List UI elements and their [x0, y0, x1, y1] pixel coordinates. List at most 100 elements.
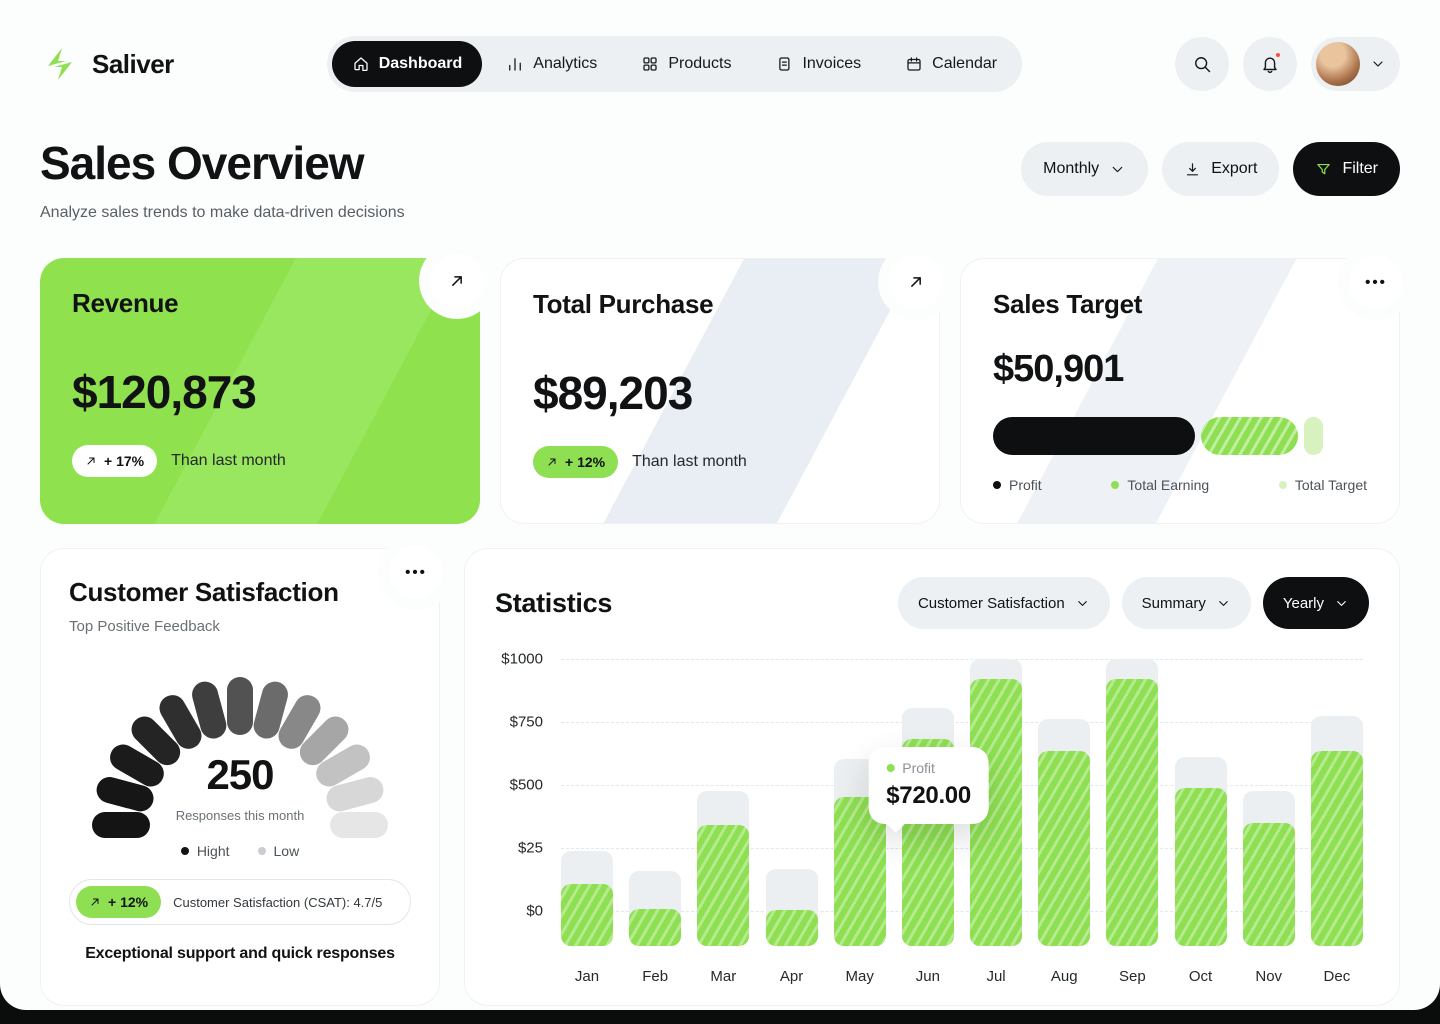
more-dots-icon: ••• [405, 564, 427, 581]
bar-group-feb[interactable]: Feb [629, 659, 681, 946]
nav-item-products[interactable]: Products [621, 41, 751, 87]
satisfaction-title: Customer Satisfaction [69, 577, 411, 608]
revenue-expand-button[interactable] [430, 254, 484, 308]
nav-item-label: Calendar [932, 55, 997, 73]
bar[interactable] [766, 910, 818, 946]
chevron-down-icon [1075, 596, 1090, 611]
page-head-text: Sales Overview Analyze sales trends to m… [40, 136, 405, 222]
statistics-filters: Customer Satisfaction SummaryYearly [898, 577, 1369, 629]
sales-target-legend: ProfitTotal EarningTotal Target [993, 477, 1367, 493]
satisfaction-legend: Hight Low [69, 843, 411, 859]
chevron-down-icon [1334, 596, 1349, 611]
legend-dot [1111, 481, 1119, 489]
revenue-value: $120,873 [72, 365, 448, 419]
more-dots-icon: ••• [1365, 274, 1387, 291]
invoices-icon [775, 55, 793, 73]
satisfaction-subtitle: Top Positive Feedback [69, 618, 411, 635]
chart-tooltip: Profit $720.00 [868, 747, 989, 824]
trend-up-icon [546, 456, 558, 468]
csat-pill: + 12% Customer Satisfaction (CSAT): 4.7/… [69, 879, 411, 925]
chevron-down-icon [1109, 161, 1126, 178]
legend-item-low: Low [258, 843, 300, 859]
bar-group-apr[interactable]: Apr [766, 659, 818, 946]
sales-target-menu-button[interactable]: ••• [1349, 255, 1403, 309]
bar[interactable] [1311, 751, 1363, 946]
nav-item-invoices[interactable]: Invoices [755, 41, 881, 87]
customer-satisfaction-card: ••• Customer Satisfaction Top Positive F… [40, 548, 440, 1006]
satisfaction-gauge: 250 Responses this month [85, 663, 395, 829]
calendar-icon [905, 55, 923, 73]
tooltip-value: $720.00 [886, 782, 971, 810]
page-head: Sales Overview Analyze sales trends to m… [0, 92, 1440, 222]
bar[interactable] [1106, 679, 1158, 946]
arrow-up-right-icon [447, 271, 467, 291]
x-tick-label: Sep [1106, 968, 1158, 985]
legend-item-hight: Hight [181, 843, 230, 859]
user-menu[interactable] [1311, 37, 1400, 91]
nav-item-calendar[interactable]: Calendar [885, 41, 1017, 87]
bar[interactable] [697, 825, 749, 946]
nav-item-label: Dashboard [379, 55, 463, 73]
bar-group-mar[interactable]: Mar [697, 659, 749, 946]
lower-row: ••• Customer Satisfaction Top Positive F… [40, 548, 1400, 1006]
trend-up-icon [85, 455, 97, 467]
csat-change-label: + 12% [108, 894, 148, 910]
top-actions [1175, 37, 1400, 91]
legend-label: Total Earning [1127, 477, 1209, 493]
bar-group-sep[interactable]: Sep [1106, 659, 1158, 946]
notification-dot [1274, 51, 1282, 59]
bar[interactable] [561, 884, 613, 946]
bar-group-aug[interactable]: Aug [1038, 659, 1090, 946]
page-subtitle: Analyze sales trends to make data-driven… [40, 204, 405, 222]
bar[interactable] [1038, 751, 1090, 946]
user-avatar [1316, 42, 1360, 86]
stats-filter-customer-satisfaction[interactable]: Customer Satisfaction [898, 577, 1110, 629]
stats-filter-yearly[interactable]: Yearly [1263, 577, 1369, 629]
x-tick-label: Jan [561, 968, 613, 985]
nav-item-analytics[interactable]: Analytics [486, 41, 617, 87]
y-tick-label: $25 [518, 839, 543, 856]
revenue-change-label: + 17% [104, 453, 144, 469]
bar-group-jan[interactable]: Jan [561, 659, 613, 946]
total-purchase-title: Total Purchase [533, 289, 907, 320]
export-button-label: Export [1211, 160, 1257, 178]
bar[interactable] [629, 909, 681, 946]
legend-item-total-target: Total Target [1279, 477, 1367, 493]
chart-y-axis: $1000$750$500$25$0 [495, 659, 543, 946]
y-tick-label: $1000 [501, 651, 543, 668]
legend-label: Hight [197, 843, 230, 859]
notifications-button[interactable] [1243, 37, 1297, 91]
nav-item-dashboard[interactable]: Dashboard [332, 41, 483, 87]
arrow-up-right-icon [906, 272, 926, 292]
progress-segment-profit [993, 417, 1195, 455]
bar[interactable] [1243, 823, 1295, 946]
sales-target-progress [993, 417, 1367, 455]
satisfaction-menu-button[interactable]: ••• [389, 545, 443, 599]
total-purchase-expand-button[interactable] [889, 255, 943, 309]
x-tick-label: Jun [902, 968, 954, 985]
export-button[interactable]: Export [1162, 142, 1279, 196]
chevron-down-icon [1370, 56, 1386, 72]
x-tick-label: Jul [970, 968, 1022, 985]
stats-filter-summary[interactable]: Summary [1122, 577, 1251, 629]
filter-button-label: Filter [1342, 160, 1378, 178]
bar[interactable] [1175, 788, 1227, 946]
filter-button[interactable]: Filter [1293, 142, 1400, 196]
bar-group-oct[interactable]: Oct [1175, 659, 1227, 946]
period-dropdown[interactable]: Monthly [1021, 142, 1148, 196]
bar-group-nov[interactable]: Nov [1243, 659, 1295, 946]
stats-filter-label: Customer Satisfaction [918, 595, 1065, 612]
sales-target-value: $50,901 [993, 348, 1367, 391]
search-button[interactable] [1175, 37, 1229, 91]
bar-group-dec[interactable]: Dec [1311, 659, 1363, 946]
csat-text: Customer Satisfaction (CSAT): 4.7/5 [173, 895, 382, 910]
home-icon [352, 55, 370, 73]
products-icon [641, 55, 659, 73]
nav-item-label: Invoices [802, 55, 861, 73]
top-bar: Saliver DashboardAnalyticsProductsInvoic… [0, 0, 1440, 92]
summary-cards: Revenue $120,873 + 17% Than last month T… [40, 258, 1400, 524]
search-icon [1192, 54, 1212, 74]
x-tick-label: Apr [766, 968, 818, 985]
x-tick-label: May [834, 968, 886, 985]
y-tick-label: $750 [510, 713, 543, 730]
